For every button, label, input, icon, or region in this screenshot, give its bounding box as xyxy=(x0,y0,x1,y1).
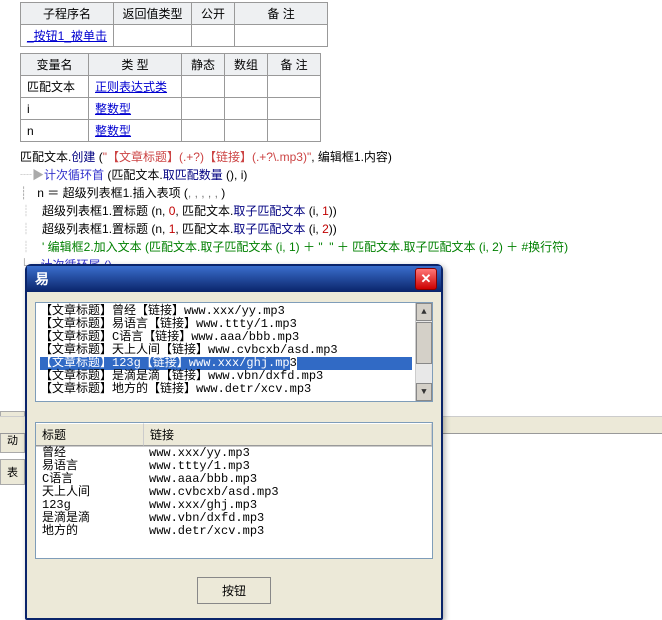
var-type[interactable]: 整数型 xyxy=(89,98,182,120)
scrollbar[interactable]: ▲ ▼ xyxy=(415,303,432,401)
lv-header-title[interactable]: 标题 xyxy=(36,423,144,446)
window-title: 易 xyxy=(31,269,415,289)
scroll-thumb[interactable] xyxy=(416,322,432,364)
list-row[interactable]: 地方的www.detr/xcv.mp3 xyxy=(36,525,432,538)
var-name[interactable]: 匹配文本 xyxy=(21,76,89,98)
run-button[interactable]: 按钮 xyxy=(197,577,271,604)
col-array: 数组 xyxy=(225,54,268,76)
side-tab-table[interactable]: 表 xyxy=(0,459,25,485)
subproc-table: 子程序名 返回值类型 公开 备 注 _按钮1_被单击 xyxy=(20,2,328,47)
col-var-name: 变量名 xyxy=(21,54,89,76)
lv-header-link[interactable]: 链接 xyxy=(144,423,432,446)
text-line: 【文章标题】地方的【链接】www.detr/xcv.mp3 xyxy=(40,383,412,396)
edit-box[interactable]: 【文章标题】曾经【链接】www.xxx/yy.mp3【文章标题】易语言【链接】w… xyxy=(35,302,433,402)
code-editor[interactable]: 匹配文本.创建 ("【文章标题】(.+?)【链接】(.+?\.mp3)", 编辑… xyxy=(20,148,662,274)
code-comment: ' 编辑框2.加入文本 (匹配文本.取子匹配文本 (i, 1) ＋ " " ＋ … xyxy=(42,240,568,254)
list-view[interactable]: 标题 链接 曾经www.xxx/yy.mp3易语言www.ttty/1.mp3C… xyxy=(35,422,433,559)
col-subproc-name: 子程序名 xyxy=(21,3,114,25)
col-var-type: 类 型 xyxy=(89,54,182,76)
subproc-name[interactable]: _按钮1_被单击 xyxy=(21,25,114,47)
vars-table: 变量名 类 型 静态 数组 备 注 匹配文本正则表达式类 i整数型 n整数型 xyxy=(20,53,321,142)
var-type[interactable]: 正则表达式类 xyxy=(89,76,182,98)
close-button[interactable]: ✕ xyxy=(415,268,437,290)
var-type[interactable]: 整数型 xyxy=(89,120,182,142)
col-remark: 备 注 xyxy=(235,3,328,25)
var-name[interactable]: i xyxy=(21,98,89,120)
var-name[interactable]: n xyxy=(21,120,89,142)
scroll-down-icon[interactable]: ▼ xyxy=(416,383,432,401)
col-return-type: 返回值类型 xyxy=(114,3,192,25)
col-static: 静态 xyxy=(182,54,225,76)
lv-cell-title: 地方的 xyxy=(36,525,143,538)
close-icon: ✕ xyxy=(421,271,432,287)
titlebar[interactable]: 易 ✕ xyxy=(27,266,441,292)
lv-cell-link: www.detr/xcv.mp3 xyxy=(143,525,432,538)
col-var-remark: 备 注 xyxy=(268,54,321,76)
runtime-window: 易 ✕ 【文章标题】曾经【链接】www.xxx/yy.mp3【文章标题】易语言【… xyxy=(25,264,443,620)
scroll-up-icon[interactable]: ▲ xyxy=(416,303,432,321)
col-public: 公开 xyxy=(192,3,235,25)
